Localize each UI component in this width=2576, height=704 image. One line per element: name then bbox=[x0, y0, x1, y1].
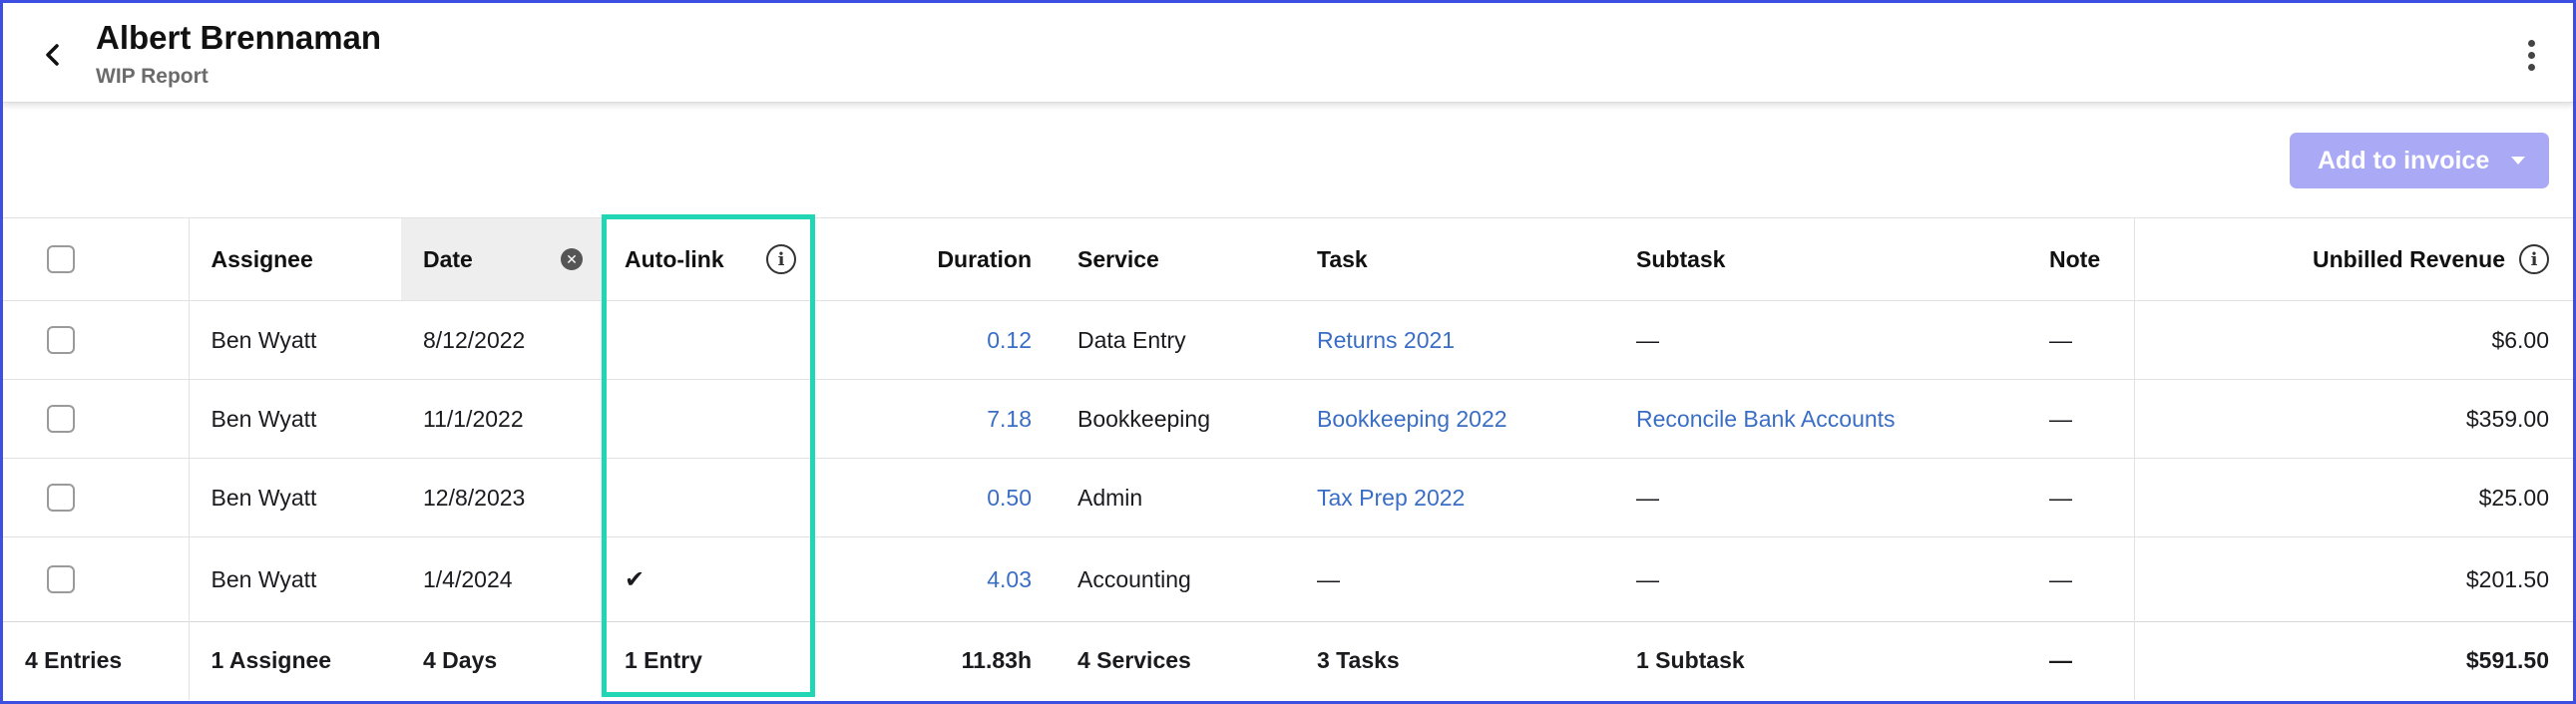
cell-unbilled-revenue: $201.50 bbox=[2133, 536, 2573, 622]
cell-assignee: Ben Wyatt bbox=[189, 379, 401, 459]
row-checkbox[interactable] bbox=[47, 405, 75, 434]
page-title: Albert Brennaman bbox=[96, 19, 382, 56]
cell-service: Admin bbox=[1056, 458, 1295, 537]
cell-duration[interactable]: 4.03 bbox=[816, 536, 1056, 622]
cell-task-link[interactable]: Bookkeeping 2022 bbox=[1295, 379, 1614, 459]
checkmark-icon: ✔ bbox=[603, 536, 816, 622]
footer-assignee: 1 Assignee bbox=[189, 621, 401, 700]
column-header-task[interactable]: Task bbox=[1295, 217, 1614, 301]
row-checkbox[interactable] bbox=[47, 326, 75, 355]
cell-duration[interactable]: 0.12 bbox=[816, 300, 1056, 380]
footer-auto-link: 1 Entry bbox=[603, 621, 816, 700]
select-all-cell bbox=[3, 217, 190, 301]
column-header-subtask[interactable]: Subtask bbox=[1614, 217, 2027, 301]
footer-subtask: 1 Subtask bbox=[1614, 621, 2027, 700]
column-header-duration[interactable]: Duration bbox=[816, 217, 1056, 301]
cell-subtask: — bbox=[1614, 458, 2027, 537]
more-options-button[interactable] bbox=[2517, 33, 2545, 77]
footer-date: 4 Days bbox=[401, 621, 603, 700]
cell-subtask: — bbox=[1614, 300, 2027, 380]
cell-unbilled-revenue: $6.00 bbox=[2133, 300, 2573, 380]
table-row[interactable]: Ben Wyatt 1/4/2024 ✔ 4.03 Accounting — —… bbox=[3, 536, 2573, 622]
cell-duration[interactable]: 0.50 bbox=[816, 458, 1056, 537]
column-header-auto-link[interactable]: Auto-link i bbox=[603, 217, 816, 301]
wip-table: Assignee Date ✕ Auto-link i Duration Servi… bbox=[3, 217, 2573, 700]
cell-date: 8/12/2022 bbox=[401, 300, 603, 380]
cell-assignee: Ben Wyatt bbox=[189, 536, 401, 622]
row-checkbox[interactable] bbox=[47, 565, 75, 594]
caret-down-icon bbox=[2511, 157, 2525, 165]
cell-unbilled-revenue: $25.00 bbox=[2133, 458, 2573, 537]
cell-service: Bookkeeping bbox=[1056, 379, 1295, 459]
more-vertical-icon bbox=[2527, 39, 2535, 47]
cell-subtask-link[interactable]: Reconcile Bank Accounts bbox=[1614, 379, 2027, 459]
select-all-checkbox[interactable] bbox=[47, 245, 75, 274]
column-header-unbilled-revenue[interactable]: Unbilled Revenue i bbox=[2133, 217, 2573, 301]
back-button[interactable] bbox=[31, 33, 75, 77]
cell-auto-link bbox=[603, 458, 816, 537]
cell-task: — bbox=[1295, 536, 1614, 622]
clear-icon[interactable]: ✕ bbox=[561, 248, 583, 270]
cell-task-link[interactable]: Tax Prep 2022 bbox=[1295, 458, 1614, 537]
cell-service: Accounting bbox=[1056, 536, 1295, 622]
cell-note: — bbox=[2027, 379, 2134, 459]
add-to-invoice-label: Add to invoice bbox=[2318, 146, 2490, 175]
table-row[interactable]: Ben Wyatt 12/8/2023 0.50 Admin Tax Prep … bbox=[3, 458, 2573, 537]
back-arrow-icon bbox=[46, 44, 59, 66]
cell-auto-link bbox=[603, 379, 816, 459]
info-icon[interactable]: i bbox=[766, 244, 796, 274]
cell-note: — bbox=[2027, 536, 2134, 622]
cell-subtask: — bbox=[1614, 536, 2027, 622]
table-row[interactable]: Ben Wyatt 11/1/2022 7.18 Bookkeeping Boo… bbox=[3, 379, 2573, 459]
cell-note: — bbox=[2027, 300, 2134, 380]
cell-date: 1/4/2024 bbox=[401, 536, 603, 622]
cell-assignee: Ben Wyatt bbox=[189, 300, 401, 380]
cell-service: Data Entry bbox=[1056, 300, 1295, 380]
footer-entries: 4 Entries bbox=[3, 621, 190, 700]
cell-date: 11/1/2022 bbox=[401, 379, 603, 459]
add-to-invoice-button[interactable]: Add to invoice bbox=[2290, 133, 2549, 188]
cell-date: 12/8/2023 bbox=[401, 458, 603, 537]
footer-task: 3 Tasks bbox=[1295, 621, 1614, 700]
info-icon[interactable]: i bbox=[2519, 244, 2549, 274]
footer-service: 4 Services bbox=[1056, 621, 1295, 700]
table-footer-row: 4 Entries 1 Assignee 4 Days 1 Entry 11.8… bbox=[3, 621, 2573, 700]
page-header: Albert Brennaman WIP Report bbox=[3, 3, 2573, 103]
cell-note: — bbox=[2027, 458, 2134, 537]
column-header-service[interactable]: Service bbox=[1056, 217, 1295, 301]
table-header-row: Assignee Date ✕ Auto-link i Duration Servi… bbox=[3, 217, 2573, 301]
footer-unbilled-revenue: $591.50 bbox=[2133, 621, 2573, 700]
footer-note: — bbox=[2027, 621, 2134, 700]
column-header-date[interactable]: Date ✕ bbox=[401, 217, 603, 301]
cell-task-link[interactable]: Returns 2021 bbox=[1295, 300, 1614, 380]
footer-duration: 11.83h bbox=[816, 621, 1056, 700]
cell-assignee: Ben Wyatt bbox=[189, 458, 401, 537]
table-row[interactable]: Ben Wyatt 8/12/2022 0.12 Data Entry Retu… bbox=[3, 300, 2573, 380]
cell-unbilled-revenue: $359.00 bbox=[2133, 379, 2573, 459]
column-header-assignee[interactable]: Assignee bbox=[189, 217, 401, 301]
cell-duration[interactable]: 7.18 bbox=[816, 379, 1056, 459]
row-checkbox[interactable] bbox=[47, 484, 75, 513]
page-subtitle: WIP Report bbox=[96, 65, 209, 88]
cell-auto-link bbox=[603, 300, 816, 380]
column-header-note[interactable]: Note bbox=[2027, 217, 2134, 301]
